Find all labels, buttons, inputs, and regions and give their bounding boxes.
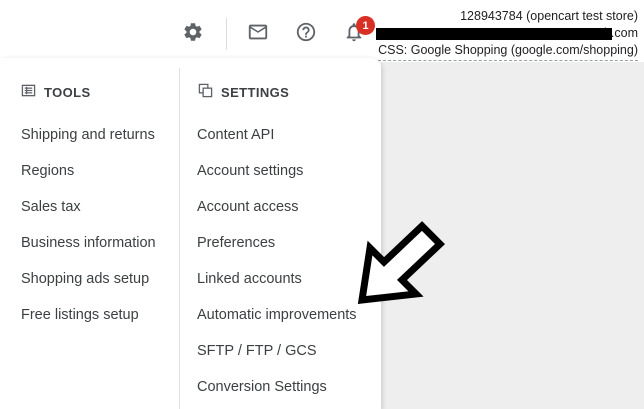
messages-button[interactable]	[243, 19, 273, 49]
menu-item-linked-accounts[interactable]: Linked accounts	[197, 270, 302, 288]
settings-button[interactable]	[178, 19, 208, 49]
mail-icon	[247, 21, 269, 48]
account-css-link[interactable]: CSS: Google Shopping (google.com/shoppin…	[378, 42, 638, 61]
tools-heading: TOOLS	[21, 84, 91, 100]
menu-item-regions[interactable]: Regions	[21, 162, 74, 180]
menu-item-automatic-improvements[interactable]: Automatic improvements	[197, 306, 357, 324]
menu-item-conversion-settings[interactable]: Conversion Settings	[197, 378, 327, 396]
tools-heading-label: TOOLS	[44, 84, 91, 100]
menu-item-content-api[interactable]: Content API	[197, 126, 274, 144]
account-name: 128943784 (opencart test store)	[460, 9, 638, 23]
top-bar: 1 128943784 (opencart test store) h.com …	[0, 0, 644, 62]
menu-item-free-listings-setup[interactable]: Free listings setup	[21, 306, 139, 324]
gear-icon	[182, 21, 204, 48]
tools-settings-menu: TOOLS Shipping and returns Regions Sales…	[0, 58, 381, 409]
settings-heading: SETTINGS	[198, 83, 290, 101]
menu-item-shipping-and-returns[interactable]: Shipping and returns	[21, 126, 155, 144]
help-button[interactable]	[291, 19, 321, 49]
notification-badge: 1	[356, 16, 375, 35]
settings-copy-icon	[198, 83, 213, 101]
toolbar-divider	[226, 18, 227, 50]
account-email-row: h.com	[376, 25, 638, 42]
redacted-email-block	[376, 28, 612, 40]
account-info[interactable]: 128943784 (opencart test store) h.com CS…	[376, 8, 638, 61]
settings-heading-label: SETTINGS	[221, 84, 290, 100]
menu-item-business-information[interactable]: Business information	[21, 234, 156, 252]
column-divider	[179, 68, 180, 409]
menu-item-account-settings[interactable]: Account settings	[197, 162, 303, 180]
menu-item-preferences[interactable]: Preferences	[197, 234, 275, 252]
help-icon	[295, 21, 317, 48]
tools-icon	[21, 83, 36, 101]
menu-item-shopping-ads-setup[interactable]: Shopping ads setup	[21, 270, 149, 288]
menu-item-sftp-ftp-gcs[interactable]: SFTP / FTP / GCS	[197, 342, 317, 360]
menu-item-sales-tax[interactable]: Sales tax	[21, 198, 81, 216]
annotation-arrow-icon	[357, 221, 446, 304]
menu-item-account-access[interactable]: Account access	[197, 198, 299, 216]
